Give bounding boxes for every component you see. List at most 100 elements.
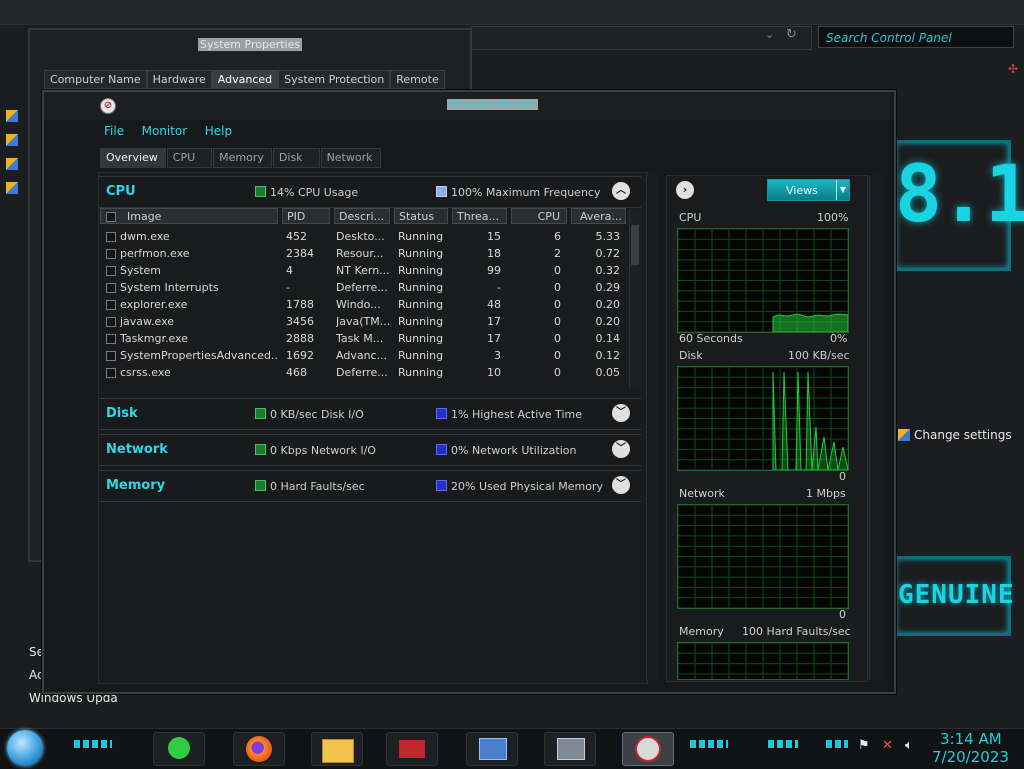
action-center-flag-icon[interactable]: ⚑ [858,738,870,753]
tab-network[interactable]: Network [320,148,381,168]
network-disconnected-icon[interactable]: ✕ [882,738,893,753]
tab-advanced[interactable]: Advanced [211,70,279,89]
cell-desc: NT Kern... [336,264,390,277]
row-checkbox[interactable] [106,300,116,310]
search-input[interactable]: Search Control Panel [818,26,1014,48]
column-pid[interactable]: PID [282,208,330,224]
table-row[interactable]: System Interrupts - Deferre... Running - 0 0.2… [100,279,626,296]
column-description[interactable]: Descri... [334,208,390,224]
row-checkbox[interactable] [106,249,116,259]
taskbar-app-firefox[interactable] [233,732,285,766]
row-checkbox[interactable] [106,351,116,361]
cell-cpu: 6 [554,230,561,243]
table-row[interactable]: csrss.exe 468 Deferre... Running 10 0 0.05 [100,364,626,381]
taskbar-app-task-manager[interactable] [544,732,596,766]
tab-system-protection[interactable]: System Protection [278,70,391,89]
sidebar-icon[interactable] [6,158,18,170]
chevron-down-icon[interactable]: ﹀ [612,440,630,458]
disk-graph-min: 0 [839,470,846,483]
network-graph-min: 0 [839,608,846,621]
refresh-icon[interactable]: ↻ [786,27,797,42]
menu-monitor[interactable]: Monitor [142,124,188,138]
menu-help[interactable]: Help [205,124,232,138]
volume-icon[interactable]: 🔈︎ [905,738,913,753]
address-dropdown-icon[interactable]: ⌄ [765,28,774,41]
views-button[interactable]: Views ▼ [767,179,850,201]
taskbar-app-resource-monitor[interactable] [622,732,674,766]
cell-threads: 17 [487,332,501,345]
column-average-cpu[interactable]: Avera... [571,208,626,224]
memory-faults-text: 0 Hard Faults/sec [270,480,365,493]
disk-section-header[interactable]: Disk 0 KB/sec Disk I/O 1% Highest Active… [99,398,641,430]
menu-file[interactable]: File [104,124,124,138]
cell-threads: 18 [487,247,501,260]
pin-icon[interactable]: ✣ [1008,62,1018,76]
column-cpu[interactable]: CPU [511,208,567,224]
taskbar-app-system[interactable] [466,732,518,766]
tab-memory[interactable]: Memory [213,148,272,168]
select-all-checkbox[interactable] [106,212,116,222]
memory-graph-max: 100 Hard Faults/sec [742,625,851,638]
chevron-down-icon[interactable]: ﹀ [612,476,630,494]
tab-hardware[interactable]: Hardware [146,70,212,89]
cell-desc: Advanc... [336,349,388,362]
column-status[interactable]: Status [394,208,448,224]
table-row[interactable]: javaw.exe 3456 Java(TM... Running 17 0 0.20 [100,313,626,330]
start-button[interactable] [7,730,43,766]
table-row[interactable]: SystemPropertiesAdvanced.... 1692 Advanc..… [100,347,626,364]
address-bar[interactable] [470,26,812,50]
tab-cpu[interactable]: CPU [166,148,213,168]
cell-pid: 2384 [286,247,314,260]
cpu-section-header[interactable]: CPU 14% CPU Usage 100% Maximum Frequency… [99,176,641,208]
row-checkbox[interactable] [106,283,116,293]
sidebar-icon[interactable] [6,182,18,194]
column-threads[interactable]: Threa... [452,208,507,224]
tab-disk[interactable]: Disk [272,148,320,168]
graph-pane-scrollbar[interactable] [869,175,882,680]
column-image[interactable]: Image [100,208,278,224]
sidebar-icon[interactable] [6,110,18,122]
network-section-title: Network [106,442,168,457]
collapse-graphs-button[interactable]: › [676,181,694,199]
memory-faults-stat: 0 Hard Faults/sec [255,480,365,493]
table-row[interactable]: perfmon.exe 2384 Resour... Running 18 2 0.72 [100,245,626,262]
windows-version-text: 8.1 [895,150,1024,240]
cell-desc: Deferre... [336,281,388,294]
clock-date[interactable]: 7/20/2023 [932,748,1009,766]
table-row[interactable]: explorer.exe 1788 Windo... Running 48 0 0.20 [100,296,626,313]
table-row[interactable]: dwm.exe 452 Deskto... Running 15 6 5.33 [100,228,626,245]
taskbar-app-notes[interactable] [153,732,205,766]
row-checkbox[interactable] [106,334,116,344]
table-row[interactable]: System 4 NT Kern... Running 99 0 0.32 [100,262,626,279]
memory-section-header[interactable]: Memory 0 Hard Faults/sec 20% Used Physic… [99,470,641,502]
chevron-down-icon[interactable]: ﹀ [612,404,630,422]
tab-overview[interactable]: Overview [100,148,166,168]
disk-io-stat: 0 KB/sec Disk I/O [255,408,364,421]
tab-computer-name[interactable]: Computer Name [44,70,147,89]
taskbar-decoration [826,740,848,748]
cell-threads: 48 [487,298,501,311]
cell-image: javaw.exe [120,315,175,328]
sidebar-icon[interactable] [6,134,18,146]
row-checkbox[interactable] [106,232,116,242]
network-section-header[interactable]: Network 0 Kbps Network I/O 0% Network Ut… [99,434,641,466]
dropdown-arrow-icon[interactable]: ▼ [836,180,849,200]
table-row[interactable]: Taskmgr.exe 2888 Task M... Running 17 0 0.14 [100,330,626,347]
disk-io-text: 0 KB/sec Disk I/O [270,408,364,421]
row-checkbox[interactable] [106,266,116,276]
cell-pid: 468 [286,366,307,379]
process-table-scrollbar[interactable] [629,209,641,389]
views-label: Views [786,184,818,197]
clock-time[interactable]: 3:14 AM [940,730,1002,748]
taskbar-app-toolbox[interactable] [386,732,438,766]
taskbar-app-explorer[interactable] [311,732,363,766]
tab-remote[interactable]: Remote [390,70,445,89]
row-checkbox[interactable] [106,368,116,378]
app-icon[interactable]: ⊘ [100,98,116,114]
row-checkbox[interactable] [106,317,116,327]
cell-avg: 0.20 [595,298,621,311]
overview-scrollbar[interactable] [646,175,659,680]
chevron-up-icon[interactable]: ︿ [612,182,630,200]
change-settings-link[interactable]: Change settings [914,428,1012,442]
disk-active-text: 1% Highest Active Time [451,408,582,421]
